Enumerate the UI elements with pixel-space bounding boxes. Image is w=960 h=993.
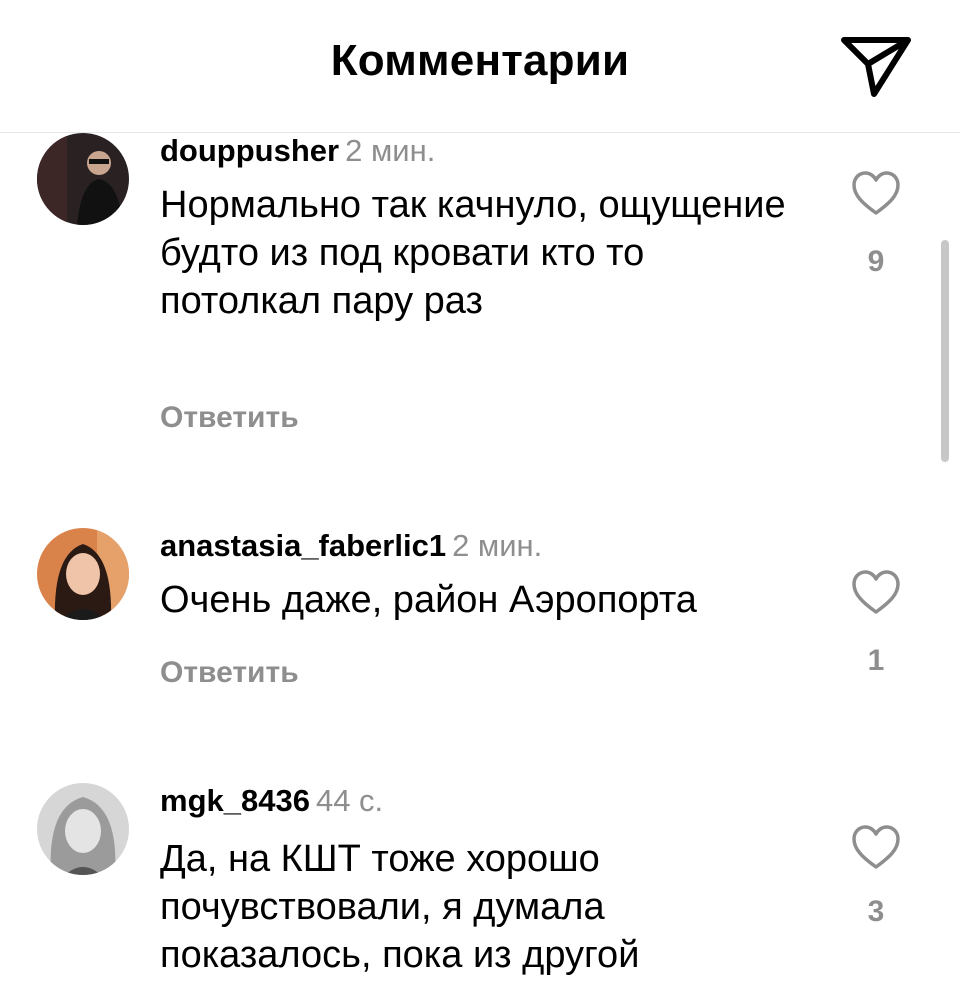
scrollbar[interactable] xyxy=(941,240,949,462)
avatar[interactable] xyxy=(37,528,129,620)
comment-text: Да, на КШТ тоже хорошо почувствовали, я … xyxy=(160,838,640,976)
paper-plane-icon xyxy=(841,37,911,97)
comment-meta: mgk_8436 44 с. xyxy=(160,783,383,819)
comments-list: douppusher 2 мин. Нормально так качнуло, … xyxy=(0,133,960,993)
comment-text: Нормально так качнуло, ощущение будто из… xyxy=(160,184,786,322)
username[interactable]: anastasia_faberlic1 xyxy=(160,528,446,563)
reply-button[interactable]: Ответить xyxy=(160,656,299,690)
comment-text: Очень даже, район Аэропорта xyxy=(160,579,697,621)
heart-icon xyxy=(852,570,900,614)
like-count: 1 xyxy=(867,644,885,677)
like-button[interactable] xyxy=(850,568,902,616)
comment-time: 2 мин. xyxy=(452,528,543,563)
comment-meta: anastasia_faberlic1 2 мин. xyxy=(160,528,542,564)
like-button[interactable] xyxy=(850,169,902,217)
avatar[interactable] xyxy=(37,783,129,875)
heart-icon xyxy=(852,171,900,215)
share-button[interactable] xyxy=(838,34,914,98)
page-title: Комментарии xyxy=(330,36,630,85)
like-count: 9 xyxy=(867,245,885,278)
comment-time: 44 с. xyxy=(315,783,384,818)
comment-meta: douppusher 2 мин. xyxy=(160,133,435,169)
like-button[interactable] xyxy=(850,823,902,871)
comments-header: Комментарии xyxy=(0,0,960,133)
avatar[interactable] xyxy=(37,133,129,225)
like-count: 3 xyxy=(867,895,885,928)
comment-time: 2 мин. xyxy=(345,133,436,168)
username[interactable]: douppusher xyxy=(160,133,339,168)
heart-icon xyxy=(852,825,900,869)
reply-button[interactable]: Ответить xyxy=(160,401,299,435)
username[interactable]: mgk_8436 xyxy=(160,783,310,818)
